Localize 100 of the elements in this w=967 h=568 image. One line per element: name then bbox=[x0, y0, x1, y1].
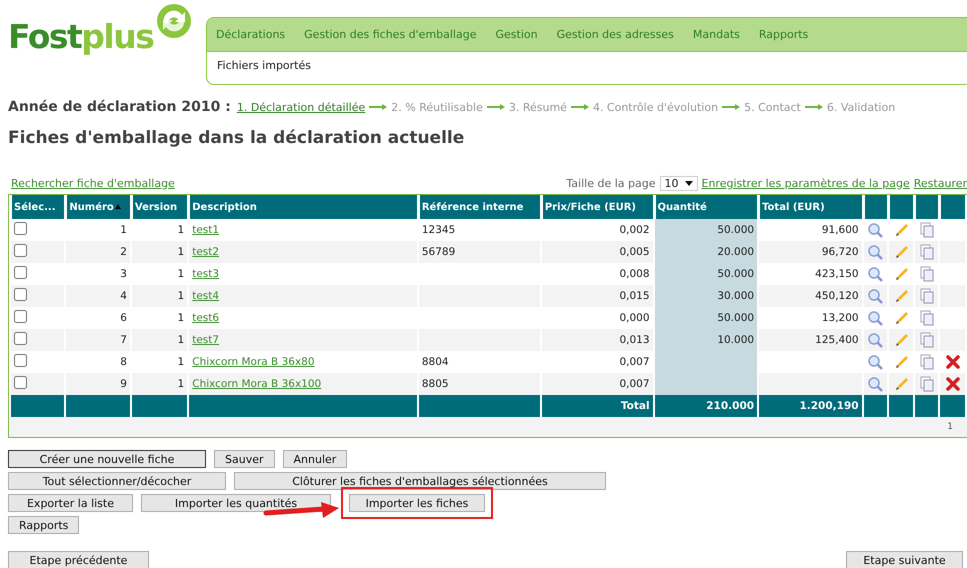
copy-icon[interactable] bbox=[918, 222, 935, 238]
description-link[interactable]: test6 bbox=[192, 312, 220, 324]
page-number[interactable]: 1 bbox=[947, 422, 953, 432]
row-checkbox[interactable] bbox=[14, 310, 27, 323]
column-header[interactable]: Total (EUR) bbox=[759, 195, 862, 219]
step-link[interactable]: 1. Déclaration détaillée bbox=[236, 100, 366, 114]
nav-link[interactable]: Mandats bbox=[692, 28, 740, 41]
action-button[interactable]: Créer une nouvelle fiche bbox=[8, 450, 206, 468]
nav-link[interactable]: Rapports bbox=[758, 28, 808, 41]
description-link[interactable]: test4 bbox=[192, 290, 220, 302]
column-header[interactable]: Prix/Fiche (EUR) bbox=[542, 195, 653, 219]
delete-icon[interactable] bbox=[944, 376, 961, 392]
column-header[interactable]: Référence interne bbox=[418, 195, 540, 219]
previous-step-button[interactable]: Etape précédente bbox=[8, 551, 149, 568]
description-link[interactable]: test2 bbox=[192, 246, 220, 258]
arrow-icon bbox=[486, 103, 505, 111]
quantity-cell: 20.000 bbox=[654, 241, 758, 263]
page-size-select[interactable]: 10 bbox=[660, 176, 698, 190]
step-link[interactable]: 5. Contact bbox=[744, 100, 801, 114]
quantity-cell: 10.000 bbox=[654, 329, 758, 351]
quantity-cell: 50.000 bbox=[654, 307, 758, 329]
row-checkbox[interactable] bbox=[14, 266, 27, 279]
table-cell-text: 0,002 bbox=[618, 223, 651, 238]
page-heading: Fiches d'emballage dans la déclaration actuelle bbox=[8, 128, 466, 150]
step-link[interactable]: 3. Résumé bbox=[508, 100, 567, 114]
table-cell-text: 1 bbox=[176, 355, 186, 370]
nav-link[interactable]: Déclarations bbox=[216, 28, 286, 41]
column-header[interactable]: Quantité bbox=[654, 195, 758, 219]
copy-icon[interactable] bbox=[918, 376, 935, 392]
nav-link[interactable]: Gestion des adresses bbox=[556, 28, 674, 41]
delete-icon[interactable] bbox=[944, 354, 961, 370]
magnifier-icon[interactable] bbox=[867, 310, 884, 326]
step-link[interactable]: 6. Validation bbox=[826, 100, 896, 114]
quantity-cell: 30.000 bbox=[654, 285, 758, 307]
magnifier-icon[interactable] bbox=[867, 266, 884, 282]
action-button[interactable]: Rapports bbox=[8, 516, 80, 534]
action-button[interactable]: Tout sélectionner/décocher bbox=[8, 472, 226, 490]
column-header[interactable]: Description bbox=[189, 195, 417, 219]
description-link[interactable]: Chixcorn Mora B 36x80 bbox=[192, 356, 315, 368]
row-checkbox[interactable] bbox=[14, 244, 27, 257]
action-button[interactable]: Clôturer les fiches d'emballages sélectionnées bbox=[234, 472, 606, 490]
row-checkbox[interactable] bbox=[14, 376, 27, 389]
table-cell-text: 423,150 bbox=[814, 267, 860, 282]
copy-icon[interactable] bbox=[918, 266, 935, 282]
step-link[interactable]: 4. Contrôle d'évolution bbox=[592, 100, 718, 114]
row-checkbox[interactable] bbox=[14, 354, 27, 367]
table-cell: 9 bbox=[66, 373, 130, 395]
table-cell: 2 bbox=[66, 241, 130, 263]
magnifier-icon[interactable] bbox=[867, 332, 884, 348]
table-cell-text: 1 bbox=[176, 223, 186, 238]
nav-link[interactable]: Gestion des fiches d'emballage bbox=[304, 28, 476, 41]
declaration-year-title: Année de déclaration 2010 : bbox=[8, 99, 231, 115]
row-checkbox[interactable] bbox=[14, 222, 27, 235]
table-cell-text: 8 bbox=[119, 355, 128, 370]
copy-icon[interactable] bbox=[918, 244, 935, 260]
table-cell: 96,720 bbox=[759, 241, 862, 263]
arrow-icon bbox=[804, 103, 823, 111]
table-cell: 0,015 bbox=[542, 285, 653, 307]
search-link[interactable]: Rechercher fiche d'emballage bbox=[11, 176, 175, 190]
arrow-icon bbox=[722, 103, 740, 111]
table-cell: 8805 bbox=[418, 373, 540, 395]
magnifier-icon[interactable] bbox=[867, 244, 884, 260]
table-cell-text: 1 bbox=[176, 311, 186, 326]
magnifier-icon[interactable] bbox=[867, 288, 884, 304]
table-cell-text: 91,600 bbox=[820, 223, 860, 238]
column-header[interactable]: Version bbox=[132, 195, 188, 219]
table-cell: 7 bbox=[66, 329, 130, 351]
action-button[interactable]: Annuler bbox=[282, 450, 348, 468]
column-header[interactable]: Numéro bbox=[66, 195, 130, 219]
table-cell: 56789 bbox=[418, 241, 540, 263]
quantity-cell: 50.000 bbox=[654, 263, 758, 285]
magnifier-icon[interactable] bbox=[867, 222, 884, 238]
copy-icon[interactable] bbox=[918, 310, 935, 326]
action-button[interactable]: Importer les fiches bbox=[349, 494, 485, 512]
column-header[interactable]: Sélec... bbox=[11, 195, 64, 219]
description-link[interactable]: test1 bbox=[192, 224, 220, 236]
action-button[interactable]: Sauver bbox=[214, 450, 274, 468]
recycle-logo-icon bbox=[156, 3, 192, 39]
step-link[interactable]: 2. % Réutilisable bbox=[391, 100, 483, 114]
description-link[interactable]: test7 bbox=[192, 334, 220, 346]
table-cell: 4 bbox=[66, 285, 130, 307]
restore-link[interactable]: Restaurer bbox=[914, 176, 967, 190]
save-settings-link[interactable]: Enregistrer les paramètres de la page bbox=[702, 176, 910, 190]
next-step-button[interactable]: Etape suivante bbox=[846, 551, 963, 568]
description-link[interactable]: test3 bbox=[192, 268, 220, 280]
copy-icon[interactable] bbox=[918, 354, 935, 370]
sort-icon[interactable] bbox=[114, 204, 121, 210]
sub-nav-link[interactable]: Fichiers importés bbox=[217, 59, 311, 72]
nav-link[interactable]: Gestion bbox=[495, 28, 538, 41]
row-checkbox[interactable] bbox=[14, 288, 27, 301]
magnifier-icon[interactable] bbox=[867, 376, 884, 392]
table-cell: 1 bbox=[132, 329, 188, 351]
table-cell: 1 bbox=[132, 373, 188, 395]
copy-icon[interactable] bbox=[918, 288, 935, 304]
copy-icon[interactable] bbox=[918, 332, 935, 348]
magnifier-icon[interactable] bbox=[867, 354, 884, 370]
action-button[interactable]: Exporter la liste bbox=[8, 494, 133, 512]
table-cell: 0,007 bbox=[542, 373, 653, 395]
action-button[interactable]: Importer les quantités bbox=[141, 494, 331, 512]
row-checkbox[interactable] bbox=[14, 332, 27, 345]
